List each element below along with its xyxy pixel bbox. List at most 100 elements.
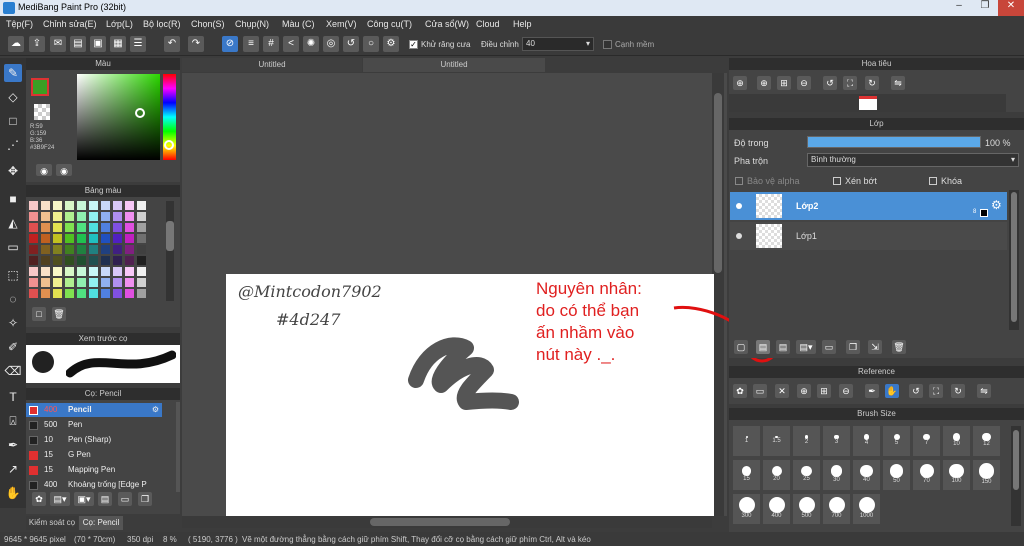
palette-swatch[interactable] bbox=[113, 245, 122, 254]
palette-swatch[interactable] bbox=[113, 267, 122, 276]
comment-icon[interactable]: ✉ bbox=[50, 36, 66, 52]
zoom-in-icon[interactable]: ⊕ bbox=[733, 76, 747, 90]
palette-swatch[interactable] bbox=[101, 245, 110, 254]
palette-swatch[interactable] bbox=[65, 223, 74, 232]
snap-off-icon[interactable]: ⊘ bbox=[222, 36, 238, 52]
palette-swatch[interactable] bbox=[137, 289, 146, 298]
move-tool-icon[interactable]: ✥ bbox=[4, 162, 22, 180]
palette-swatch[interactable] bbox=[53, 234, 62, 243]
brush-size-option[interactable]: 30 bbox=[823, 460, 850, 490]
foreground-color[interactable] bbox=[31, 78, 49, 96]
palette-swatch[interactable] bbox=[77, 267, 86, 276]
brush-size-option[interactable]: 400 bbox=[763, 494, 790, 524]
brush-import-icon[interactable]: ▣▾ bbox=[74, 492, 94, 506]
brush-size-option[interactable]: 300 bbox=[733, 494, 760, 524]
brush-size-option[interactable]: 700 bbox=[823, 494, 850, 524]
palette-swatch[interactable] bbox=[89, 267, 98, 276]
menu-file[interactable]: Tệp(F) bbox=[6, 19, 33, 29]
palette-swatch[interactable] bbox=[77, 278, 86, 287]
palette-swatch[interactable] bbox=[101, 289, 110, 298]
flip-icon[interactable]: ⇋ bbox=[977, 384, 991, 398]
palette-grid[interactable] bbox=[29, 201, 159, 301]
brush-list-scrollbar[interactable] bbox=[176, 402, 180, 492]
minimize-button[interactable]: – bbox=[946, 0, 972, 16]
tab-brush-pencil[interactable]: Cọ: Pencil bbox=[79, 516, 123, 530]
palette-swatch[interactable] bbox=[89, 234, 98, 243]
clipping-checkbox[interactable] bbox=[833, 177, 841, 185]
curve-snap-icon[interactable]: ↺ bbox=[343, 36, 359, 52]
palette-scrollbar[interactable] bbox=[166, 201, 174, 301]
brush-item-g-pen[interactable]: 15 G Pen bbox=[26, 448, 162, 462]
picker-handle[interactable] bbox=[135, 108, 145, 118]
palette-swatch[interactable] bbox=[29, 256, 38, 265]
palette-swatch[interactable] bbox=[41, 267, 50, 276]
trash-icon[interactable]: 🗑 bbox=[52, 307, 66, 321]
palette-swatch[interactable] bbox=[125, 267, 134, 276]
palette-swatch[interactable] bbox=[77, 256, 86, 265]
palette-swatch[interactable] bbox=[65, 245, 74, 254]
brush-size-option[interactable]: 500 bbox=[793, 494, 820, 524]
brush-item-pencil[interactable]: 400 Pencil ⚙ bbox=[26, 403, 162, 417]
palette-swatch[interactable] bbox=[89, 256, 98, 265]
fit-icon[interactable]: ⊞ bbox=[817, 384, 831, 398]
palette-swatch[interactable] bbox=[137, 223, 146, 232]
fit-window-icon[interactable]: ⛶ bbox=[929, 384, 943, 398]
operation-tool-icon[interactable]: ↗ bbox=[4, 460, 22, 478]
palette-swatch[interactable] bbox=[125, 245, 134, 254]
zoom-in-icon[interactable]: ⊕ bbox=[797, 384, 811, 398]
eyedropper-icon[interactable]: ✒ bbox=[865, 384, 879, 398]
brush-item-mapping-pen[interactable]: 15 Mapping Pen bbox=[26, 463, 162, 477]
rotate-left-icon[interactable]: ↺ bbox=[909, 384, 923, 398]
menu-view[interactable]: Xem(V) bbox=[326, 19, 357, 29]
undo-icon[interactable]: ↶ bbox=[164, 36, 180, 52]
palette-swatch[interactable] bbox=[125, 289, 134, 298]
palette-swatch[interactable] bbox=[137, 212, 146, 221]
palette-swatch[interactable] bbox=[125, 223, 134, 232]
dot-pen-icon[interactable]: ⋰ bbox=[4, 136, 22, 154]
palette-swatch[interactable] bbox=[101, 201, 110, 210]
brush-item-edge[interactable]: 400 Khoảng trống [Edge P bbox=[26, 478, 162, 492]
palette-swatch[interactable] bbox=[89, 201, 98, 210]
close-icon[interactable]: ✕ bbox=[775, 384, 789, 398]
brush-size-option[interactable]: 25 bbox=[793, 460, 820, 490]
merge-icon[interactable]: ⇲ bbox=[868, 340, 882, 354]
add-reference-icon[interactable]: ✿ bbox=[733, 384, 747, 398]
maximize-button[interactable]: ❐ bbox=[972, 0, 998, 16]
palette-swatch[interactable] bbox=[53, 212, 62, 221]
rotate-right-icon[interactable]: ↻ bbox=[951, 384, 965, 398]
palette-swatch[interactable] bbox=[137, 278, 146, 287]
layer-add-menu-icon[interactable]: ▤▾ bbox=[796, 340, 816, 354]
palette-swatch[interactable] bbox=[53, 267, 62, 276]
palette-swatch[interactable] bbox=[89, 278, 98, 287]
palette-swatch[interactable] bbox=[77, 234, 86, 243]
new-layer-icon[interactable]: ▢ bbox=[734, 340, 748, 354]
menu-tools[interactable]: Công cụ(T) bbox=[367, 19, 412, 29]
parallel-snap-icon[interactable]: ≡ bbox=[243, 36, 259, 52]
palette-swatch[interactable] bbox=[65, 234, 74, 243]
palette-swatch[interactable] bbox=[77, 223, 86, 232]
gear-icon[interactable]: ⚙ bbox=[152, 403, 159, 417]
list-icon[interactable]: ☰ bbox=[130, 36, 146, 52]
layer-row-2[interactable]: Lớp2 8 ⚙ bbox=[730, 192, 1007, 220]
rect-tool-icon[interactable]: □ bbox=[4, 112, 22, 130]
palette-swatch[interactable] bbox=[89, 289, 98, 298]
palette-swatch[interactable] bbox=[65, 267, 74, 276]
brush-size-option[interactable]: 1.5 bbox=[763, 426, 790, 456]
palette-swatch[interactable] bbox=[53, 256, 62, 265]
palette-swatch[interactable] bbox=[41, 289, 50, 298]
palette-swatch[interactable] bbox=[77, 245, 86, 254]
opacity-slider[interactable] bbox=[807, 136, 981, 148]
eraser-tool-icon[interactable]: ◇ bbox=[4, 88, 22, 106]
fit-window-icon[interactable]: ⛶ bbox=[843, 76, 857, 90]
palette-swatch[interactable] bbox=[113, 201, 122, 210]
brush-size-option[interactable]: 1000 bbox=[853, 494, 880, 524]
gradient-tool-icon[interactable]: ▭ bbox=[4, 238, 22, 256]
menu-filter[interactable]: Bộ lọc(R) bbox=[143, 19, 181, 29]
hand-tool-icon[interactable]: ✋ bbox=[4, 484, 22, 502]
palette-swatch[interactable] bbox=[65, 256, 74, 265]
rotate-right-icon[interactable]: ↻ bbox=[865, 76, 879, 90]
menu-edit[interactable]: Chỉnh sửa(E) bbox=[43, 19, 97, 29]
palette-swatch[interactable] bbox=[65, 201, 74, 210]
brush-size-option[interactable]: 70 bbox=[913, 460, 940, 490]
palette-swatch[interactable] bbox=[65, 212, 74, 221]
